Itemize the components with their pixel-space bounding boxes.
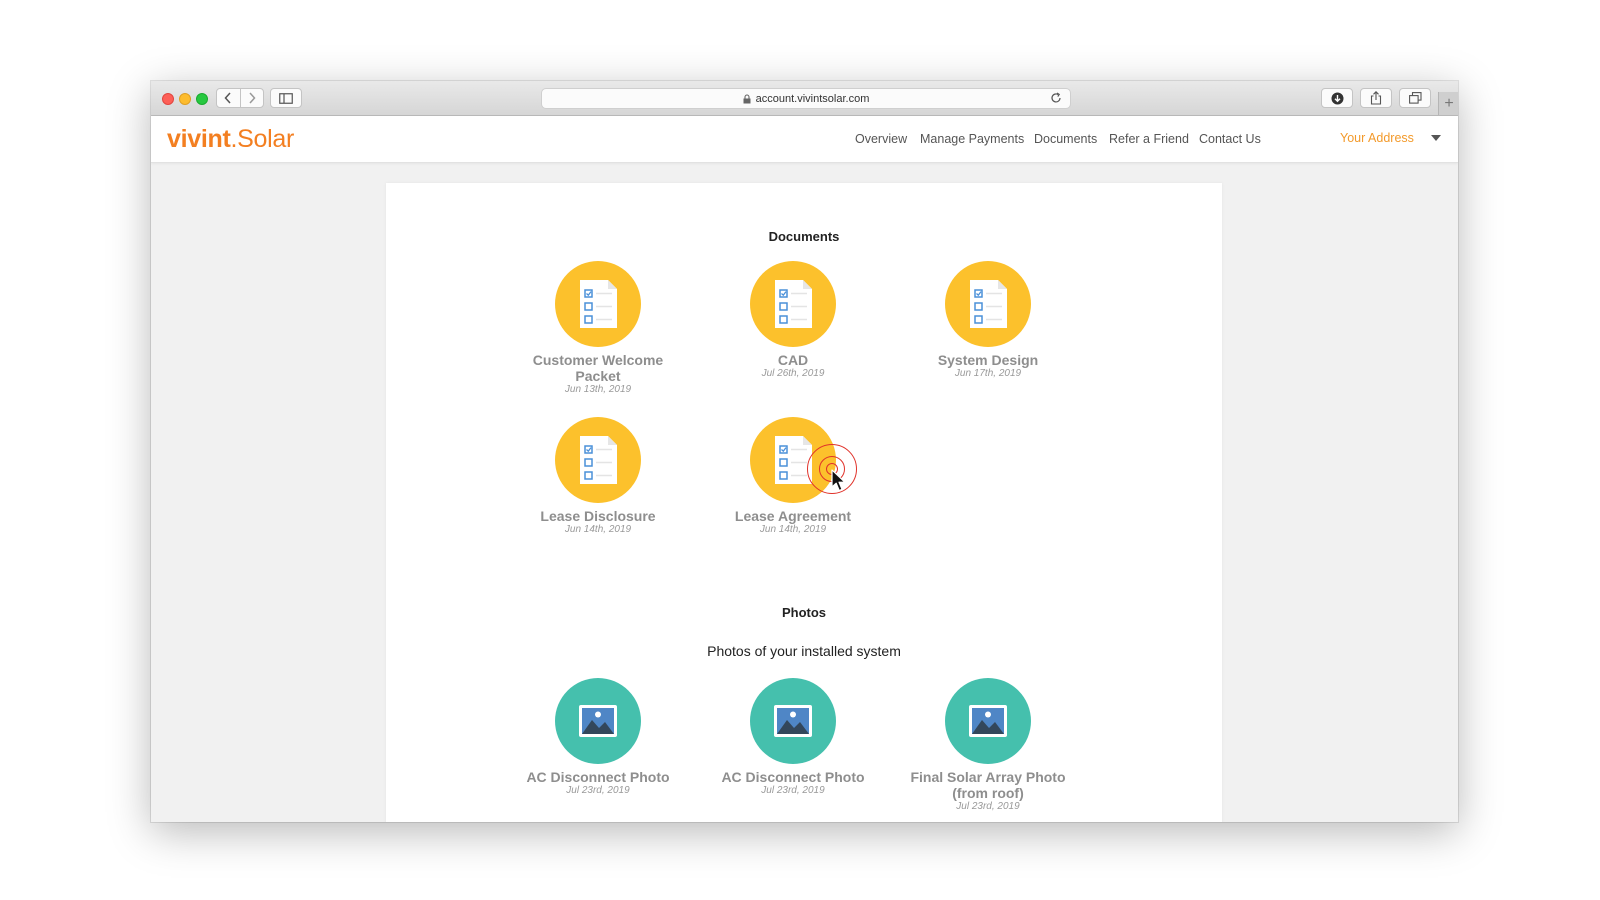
tab-overview-button[interactable] — [1399, 88, 1431, 108]
caret-down-icon[interactable] — [1431, 135, 1441, 141]
checklist-document-icon — [775, 436, 812, 484]
nav-documents[interactable]: Documents — [1034, 132, 1097, 146]
nav-contact-us[interactable]: Contact Us — [1199, 132, 1261, 146]
checklist-document-icon — [970, 280, 1007, 328]
logo-text-light: Solar — [237, 125, 295, 153]
checklist-document-icon — [580, 436, 617, 484]
minimize-window-button[interactable] — [179, 93, 191, 105]
tabs-icon — [1408, 92, 1422, 104]
plus-icon: + — [1444, 94, 1454, 112]
nav-refer-a-friend[interactable]: Refer a Friend — [1109, 132, 1189, 146]
photos-heading: Photos — [781, 605, 827, 620]
document-title[interactable]: CAD — [708, 352, 878, 368]
address-bar[interactable]: account.vivintsolar.com — [541, 88, 1071, 109]
document-tile[interactable]: CAD Jul 26th, 2019 — [708, 261, 878, 380]
document-date: Jun 13th, 2019 — [564, 384, 632, 395]
chevron-left-icon — [224, 92, 231, 104]
photo-date: Jul 23rd, 2019 — [761, 785, 825, 796]
document-tile[interactable]: Customer Welcome Packet Jun 13th, 2019 — [513, 261, 683, 396]
document-date: Jul 26th, 2019 — [761, 368, 825, 379]
share-button[interactable] — [1360, 88, 1392, 108]
document-tile[interactable]: Lease Disclosure Jun 14th, 2019 — [513, 417, 683, 536]
sidebar-toggle-button[interactable] — [270, 88, 302, 108]
reload-icon[interactable] — [1050, 92, 1062, 104]
logo-text-bold: vivint — [167, 125, 231, 153]
checklist-document-icon — [775, 280, 812, 328]
document-icon-circle[interactable] — [555, 417, 641, 503]
history-nav-group — [216, 88, 264, 108]
photo-tile[interactable]: AC Disconnect Photo Jul 23rd, 2019 — [513, 678, 683, 797]
document-title[interactable]: System Design — [903, 352, 1073, 368]
nav-overview[interactable]: Overview — [855, 132, 907, 146]
share-icon — [1370, 91, 1382, 105]
document-icon-circle[interactable] — [750, 261, 836, 347]
photo-tile[interactable]: Final Solar Array Photo (from roof) Jul … — [903, 678, 1073, 813]
checklist-document-icon — [580, 280, 617, 328]
document-title[interactable]: Lease Disclosure — [513, 508, 683, 524]
site-header: vivint.Solar Overview Manage Payments Do… — [151, 116, 1458, 163]
url-text: account.vivintsolar.com — [755, 92, 870, 105]
document-icon-circle[interactable] — [945, 261, 1031, 347]
close-window-button[interactable] — [162, 93, 174, 105]
photo-date: Jul 23rd, 2019 — [566, 785, 630, 796]
forward-button[interactable] — [239, 89, 264, 107]
image-icon — [774, 705, 812, 737]
downloads-button[interactable] — [1321, 88, 1353, 108]
address-selector[interactable]: Your Address — [1340, 131, 1414, 145]
mouse-pointer-icon — [831, 469, 846, 492]
image-icon — [969, 705, 1007, 737]
photo-icon-circle[interactable] — [555, 678, 641, 764]
documents-card: Documents Customer Welcome Packet Jun 13… — [386, 183, 1222, 822]
document-date: Jun 14th, 2019 — [759, 524, 827, 535]
browser-toolbar: account.vivintsolar.com + — [151, 81, 1458, 116]
download-icon — [1331, 92, 1343, 104]
photo-icon-circle[interactable] — [945, 678, 1031, 764]
back-button[interactable] — [217, 89, 240, 107]
nav-manage-payments[interactable]: Manage Payments — [920, 132, 1024, 146]
document-icon-circle[interactable] — [555, 261, 641, 347]
photo-icon-circle[interactable] — [750, 678, 836, 764]
document-title[interactable]: Customer Welcome Packet — [513, 352, 683, 384]
image-icon — [579, 705, 617, 737]
chevron-right-icon — [249, 92, 256, 104]
photo-title[interactable]: AC Disconnect Photo — [708, 769, 878, 785]
documents-heading: Documents — [768, 229, 840, 244]
photo-date: Jul 23rd, 2019 — [956, 801, 1020, 812]
photo-title[interactable]: Final Solar Array Photo (from roof) — [903, 769, 1073, 801]
browser-window: account.vivintsolar.com + vivint.Solar O… — [151, 81, 1458, 822]
document-date: Jun 17th, 2019 — [954, 368, 1022, 379]
zoom-window-button[interactable] — [196, 93, 208, 105]
photos-subtitle: Photos of your installed system — [707, 643, 901, 659]
vivint-solar-logo[interactable]: vivint.Solar — [167, 125, 294, 154]
photo-tile[interactable]: AC Disconnect Photo Jul 23rd, 2019 — [708, 678, 878, 797]
photo-title[interactable]: AC Disconnect Photo — [513, 769, 683, 785]
document-date: Jun 14th, 2019 — [564, 524, 632, 535]
sidebar-icon — [279, 92, 293, 104]
lock-icon — [743, 93, 751, 103]
new-tab-button[interactable]: + — [1438, 92, 1458, 115]
document-title[interactable]: Lease Agreement — [708, 508, 878, 524]
document-tile[interactable]: System Design Jun 17th, 2019 — [903, 261, 1073, 380]
